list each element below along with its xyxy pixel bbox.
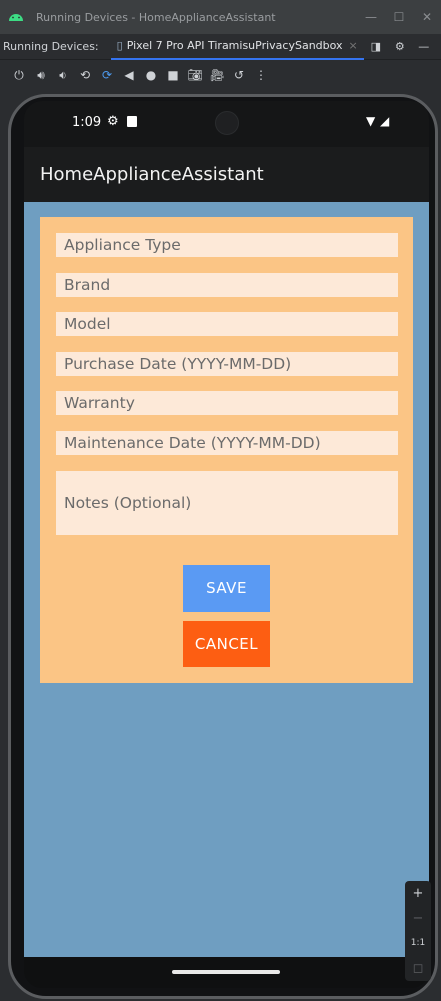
tab-bar: Running Devices: ▯ Pixel 7 Pro API Tiram… (0, 34, 441, 60)
zoom-in-button[interactable]: + (405, 881, 431, 906)
app-title: HomeApplianceAssistant (40, 164, 264, 185)
tab-close-icon[interactable]: × (349, 39, 358, 52)
android-icon (8, 11, 26, 24)
status-time: 1:09 (72, 115, 102, 130)
volume-down-icon[interactable]: 🔉︎ (52, 68, 74, 83)
running-devices-label: Running Devices: (3, 40, 99, 53)
hide-icon[interactable]: — (412, 40, 436, 53)
ide-window: Running Devices - HomeApplianceAssistant… (0, 0, 441, 1001)
overview-icon[interactable]: ■ (162, 68, 184, 82)
status-bar: 1:09 ⚙ ▼ ◢ (24, 101, 429, 147)
purchase-date-input[interactable]: Purchase Date (YYYY-MM-DD) (56, 352, 398, 376)
appliance-type-input[interactable]: Appliance Type (56, 233, 398, 257)
more-icon[interactable]: ⋮ (250, 68, 272, 82)
actual-size-button[interactable]: 1:1 (405, 931, 431, 956)
content-area: Appliance Type Brand Model Purchase Date… (24, 202, 429, 957)
save-button[interactable]: SAVE (183, 565, 270, 612)
fit-screen-button[interactable]: ◻ (405, 956, 431, 981)
window-layout-icon[interactable]: ◨ (364, 40, 388, 53)
appliance-form-card: Appliance Type Brand Model Purchase Date… (40, 217, 413, 683)
rotate-right-icon[interactable]: ⟳ (96, 68, 118, 82)
warranty-input[interactable]: Warranty (56, 391, 398, 415)
rotate-left-icon[interactable]: ⟲ (74, 68, 96, 82)
tab-pixel-7-pro[interactable]: ▯ Pixel 7 Pro API TiramisuPrivacySandbox… (110, 34, 364, 60)
minimize-button[interactable]: — (357, 10, 385, 24)
power-icon[interactable]: ⏻ (8, 68, 30, 83)
cancel-button[interactable]: CANCEL (183, 621, 270, 667)
signal-icon: ◢ (380, 114, 390, 128)
sd-card-icon (127, 116, 137, 127)
camera-icon[interactable]: 📷︎ (184, 68, 206, 82)
maximize-button[interactable]: ☐ (385, 10, 413, 24)
volume-up-icon[interactable]: 🔊︎ (30, 68, 52, 83)
close-button[interactable]: ✕ (413, 10, 441, 24)
maintenance-date-input[interactable]: Maintenance Date (YYYY-MM-DD) (56, 431, 398, 455)
home-icon[interactable]: ● (140, 68, 162, 82)
back-icon[interactable]: ◀ (118, 68, 140, 82)
zoom-controls: + − 1:1 ◻ (405, 881, 431, 981)
navigation-bar (24, 957, 429, 988)
gesture-handle[interactable] (172, 970, 280, 974)
gear-icon[interactable]: ⚙ (388, 40, 412, 53)
phone-icon: ▯ (116, 39, 123, 52)
notes-input[interactable]: Notes (Optional) (56, 471, 398, 535)
zoom-out-button[interactable]: − (405, 906, 431, 931)
device-toolbar: ⏻ 🔊︎ 🔉︎ ⟲ ⟳ ◀ ● ■ 📷︎ 🎥︎ ↺ ⋮ (0, 60, 441, 90)
tab-label: Pixel 7 Pro API TiramisuPrivacySandbox (126, 39, 343, 52)
settings-gear-icon: ⚙ (107, 114, 119, 129)
front-camera-icon (215, 111, 239, 135)
device-screen: 1:09 ⚙ ▼ ◢ HomeApplianceAssistant Applia… (24, 101, 429, 988)
brand-input[interactable]: Brand (56, 273, 398, 297)
model-input[interactable]: Model (56, 312, 398, 336)
title-bar: Running Devices - HomeApplianceAssistant… (0, 0, 441, 34)
window-title: Running Devices - HomeApplianceAssistant (36, 10, 276, 24)
wifi-icon: ▼ (366, 114, 376, 128)
history-icon[interactable]: ↺ (228, 68, 250, 82)
record-icon[interactable]: 🎥︎ (206, 68, 228, 82)
app-bar: HomeApplianceAssistant (24, 147, 429, 202)
